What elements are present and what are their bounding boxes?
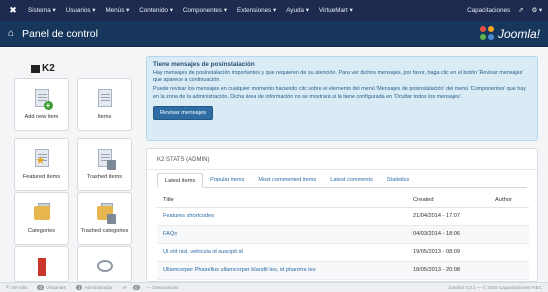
- view-site-link[interactable]: ⇱ Ver sitio: [6, 285, 32, 291]
- tab-most-commented-items[interactable]: Most commented items: [251, 173, 323, 188]
- tab-statistics[interactable]: Statistics: [380, 173, 416, 188]
- stats-tabs: Latest items Popular items Most commente…: [157, 173, 527, 188]
- logout-label: Desconectar: [152, 285, 179, 290]
- table-row: FAQs 04/03/2014 - 18:06: [157, 225, 529, 244]
- user-gear-icon[interactable]: ⚙ ▾: [531, 7, 542, 14]
- k2-sidebar: K2 + Add new item Items ★ Featured items…: [14, 60, 134, 282]
- visitors-label: Visitantes: [46, 285, 66, 290]
- alert-title: Tiene mensajes de posinstalación: [153, 61, 255, 68]
- admin-status: 1 Administrador: [75, 285, 118, 290]
- tile-label: Categories: [27, 228, 56, 234]
- tile-label: Trashed categories: [80, 228, 129, 234]
- tile-label: Featured items: [22, 174, 61, 180]
- latest-items-table: Title Created Author Features shortcodes…: [157, 193, 529, 280]
- tile-comments[interactable]: [77, 246, 132, 282]
- joomla-logo-icon: [479, 26, 495, 41]
- tile-tags[interactable]: [14, 246, 69, 282]
- page-title: Panel de control: [22, 27, 98, 40]
- table-header-row: Title Created Author: [157, 193, 529, 208]
- admin-label: Administrador: [84, 285, 113, 290]
- item-author: [489, 207, 529, 226]
- view-site-label: Ver sitio: [11, 284, 28, 290]
- item-created: 04/03/2014 - 18:06: [407, 225, 489, 244]
- items-icon: [94, 88, 116, 110]
- tile-label: Trashed items: [86, 174, 123, 180]
- logout-link[interactable]: — Desconectar: [147, 285, 184, 290]
- topbar-right: Capacitaciones ⇗ ⚙ ▾: [459, 7, 542, 14]
- k2-logo: K2: [31, 63, 55, 74]
- item-created: 19/05/2013 - 08:09: [407, 243, 489, 262]
- external-link-icon[interactable]: ⇗: [518, 7, 523, 14]
- panel-title: K2 STATS (ADMIN): [147, 149, 537, 170]
- trashed-items-icon: [94, 148, 116, 170]
- item-created: 21/04/2014 - 17:07: [407, 207, 489, 226]
- item-author: [489, 243, 529, 262]
- column-title: Title: [157, 193, 407, 208]
- item-title-link[interactable]: FAQs: [157, 225, 407, 244]
- tab-popular-items[interactable]: Popular items: [203, 173, 251, 188]
- tile-items[interactable]: Items: [77, 78, 132, 131]
- menu-virtuemart[interactable]: VirtueMart ▾: [319, 7, 353, 14]
- k2-stats-panel: K2 STATS (ADMIN) Latest items Popular it…: [146, 148, 538, 282]
- visitors-status: 0 Visitantes: [37, 285, 70, 290]
- table-row: Ut elit nisl, vehicula id suscipit id 19…: [157, 243, 529, 262]
- alert-paragraph-2: Puede revisar los mensajes en cualquier …: [153, 86, 526, 100]
- featured-items-icon: ★: [31, 148, 53, 170]
- k2-logo-icon: [31, 64, 40, 73]
- top-navbar: ✖ Sistema ▾ Usuarios ▾ Menús ▾ Contenido…: [0, 0, 548, 21]
- page-header: ⌂ Panel de control Joomla!: [0, 21, 548, 47]
- menu-componentes[interactable]: Componentes ▾: [183, 7, 227, 14]
- menu-ayuda[interactable]: Ayuda ▾: [286, 7, 309, 14]
- tag-icon: [31, 256, 53, 278]
- main-menu: Sistema ▾ Usuarios ▾ Menús ▾ Contenido ▾…: [28, 7, 363, 14]
- menu-contenido[interactable]: Contenido ▾: [139, 7, 173, 14]
- tile-categories[interactable]: Categories: [14, 192, 69, 245]
- column-created: Created: [407, 193, 489, 208]
- site-name-link[interactable]: Capacitaciones: [467, 7, 510, 14]
- joomla-logo: Joomla!: [479, 26, 540, 41]
- comments-icon: [94, 256, 116, 278]
- table-row: Ullamcorper Phasellus ullamcorper blandi…: [157, 261, 529, 280]
- add-item-icon: +: [31, 88, 53, 110]
- tab-latest-comments[interactable]: Latest comments: [323, 173, 380, 188]
- categories-icon: [31, 202, 53, 224]
- item-title-link[interactable]: Features shortcodes: [157, 207, 407, 226]
- tile-trashed-items[interactable]: Trashed items: [77, 138, 132, 191]
- joomla-brand-icon[interactable]: ✖: [6, 5, 20, 16]
- column-author: Author: [489, 193, 529, 208]
- item-title-link[interactable]: Ullamcorper Phasellus ullamcorper blandi…: [157, 261, 407, 280]
- visitors-count: 0: [37, 285, 45, 290]
- tile-featured-items[interactable]: ★ Featured items: [14, 138, 69, 191]
- item-author: [489, 225, 529, 244]
- status-bar: ⇱ Ver sitio 0 Visitantes 1 Administrador ✉…: [0, 282, 548, 292]
- tile-label: Add new item: [24, 114, 59, 120]
- item-author: [489, 261, 529, 280]
- postinstall-alert: Tiene mensajes de posinstalación Hay men…: [146, 56, 538, 141]
- joomla-logo-text: Joomla!: [497, 26, 540, 41]
- admin-count: 1: [75, 285, 83, 290]
- review-messages-button[interactable]: Revisar mensajes: [153, 105, 214, 120]
- tile-add-new-item[interactable]: + Add new item: [14, 78, 69, 131]
- table-row: Features shortcodes 21/04/2014 - 17:07: [157, 207, 529, 226]
- trashed-categories-icon: [94, 202, 116, 224]
- messages-count: 0: [132, 284, 140, 290]
- menu-extensiones[interactable]: Extensiones ▾: [237, 7, 276, 14]
- tile-trashed-categories[interactable]: Trashed categories: [77, 192, 132, 245]
- item-created: 18/05/2013 - 20:08: [407, 261, 489, 280]
- menu-sistema[interactable]: Sistema ▾: [28, 7, 56, 14]
- tile-label: Items: [97, 114, 112, 120]
- k2-logo-text: K2: [42, 63, 55, 74]
- item-title-link[interactable]: Ut elit nisl, vehicula id suscipit id: [157, 243, 407, 262]
- version-info: Joomla! 3.3.1 — © 2015 Capacitaciones FI…: [447, 285, 542, 290]
- alert-paragraph-1: Hay mensajes de posinstalación important…: [153, 70, 524, 84]
- menu-usuarios[interactable]: Usuarios ▾: [66, 7, 96, 14]
- messages-status[interactable]: ✉ 0: [122, 284, 142, 291]
- menu-menus[interactable]: Menús ▾: [105, 7, 129, 14]
- tab-latest-items[interactable]: Latest items: [157, 173, 204, 188]
- home-icon: ⌂: [8, 28, 15, 39]
- mail-icon: ✉: [122, 284, 128, 290]
